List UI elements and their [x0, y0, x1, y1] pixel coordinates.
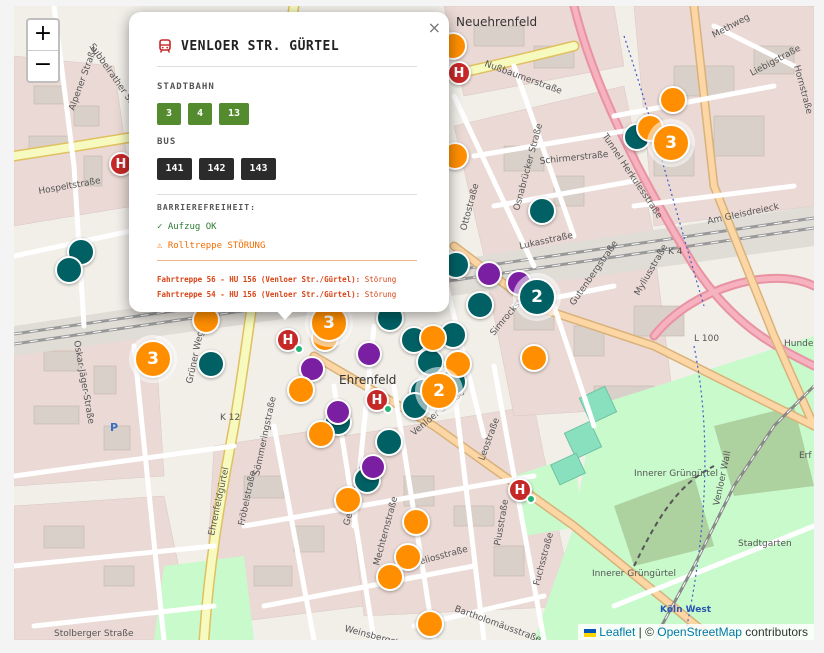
stop-marker-orange[interactable] — [419, 324, 447, 352]
alert-title: Fahrtreppe 54 - HU 156 (Venloer Str./Gür… — [157, 290, 361, 299]
divider — [157, 194, 417, 195]
stop-marker-teal[interactable] — [466, 291, 494, 319]
attribution: Leaflet | © OpenStreetMap contributors — [578, 624, 814, 640]
stop-marker-orange[interactable] — [376, 563, 404, 591]
stop-marker-orange[interactable] — [416, 610, 444, 638]
line-chip-bus[interactable]: 143 — [241, 158, 276, 180]
stop-marker-orange[interactable] — [402, 508, 430, 536]
cluster-orange-3b[interactable]: 3 — [652, 124, 690, 162]
station-marker-h[interactable]: H — [447, 61, 471, 85]
ukraine-flag-icon — [584, 628, 597, 637]
stop-marker-purple[interactable] — [476, 261, 502, 287]
tram-icon — [159, 39, 171, 53]
popup-close-button[interactable]: × — [428, 18, 441, 37]
stop-marker-orange[interactable] — [307, 420, 335, 448]
stop-marker-teal[interactable] — [528, 197, 556, 225]
label-innerer-2: Innerer Grüngürtel — [592, 569, 676, 579]
attribution-separator: | © — [635, 625, 658, 639]
stop-marker-purple[interactable] — [356, 341, 382, 367]
label-koeln-west: Köln West — [660, 605, 712, 615]
alerts-list: Fahrtreppe 56 - HU 156 (Venloer Str./Gür… — [157, 272, 417, 302]
stop-marker-orange[interactable] — [287, 376, 315, 404]
bus-lines: 141 142 143 — [157, 158, 276, 180]
line-chip-bus[interactable]: 141 — [157, 158, 192, 180]
stop-marker-orange[interactable] — [520, 344, 548, 372]
stop-marker-teal[interactable] — [375, 428, 403, 456]
map-canvas[interactable]: Subbelrather Straße Alpener Straße Hospe… — [14, 6, 814, 640]
label-neuehrenfeld: Neuehrenfeld — [456, 15, 537, 29]
label-l100: L 100 — [694, 334, 719, 344]
label-parking: P — [110, 421, 118, 434]
stadtbahn-lines: 3 4 13 — [157, 103, 249, 125]
alert-item: Fahrtreppe 56 - HU 156 (Venloer Str./Gür… — [157, 272, 417, 287]
label-ehrenfeld: Ehrenfeld — [339, 373, 396, 387]
station-status-dot — [383, 404, 393, 414]
divider — [157, 260, 417, 261]
line-chip-stadtbahn[interactable]: 3 — [157, 103, 181, 125]
map-frame: Subbelrather Straße Alpener Straße Hospe… — [0, 0, 824, 653]
leaflet-link[interactable]: Leaflet — [599, 625, 635, 639]
zoom-control: + − — [26, 18, 60, 83]
stop-marker-teal[interactable] — [197, 350, 225, 378]
alert-item: Fahrtreppe 54 - HU 156 (Venloer Str./Gür… — [157, 287, 417, 302]
stop-marker-teal[interactable] — [55, 256, 83, 284]
divider — [157, 66, 417, 67]
line-chip-stadtbahn[interactable]: 13 — [219, 103, 249, 125]
label-hunde: Hunde — [784, 339, 814, 349]
cluster-orange-3a[interactable]: 3 — [134, 340, 172, 378]
escalator-status: ⚠ Rolltreppe STÖRUNG — [157, 241, 266, 251]
alert-status: Störung — [364, 275, 397, 284]
popup-title: VENLOER STR. GÜRTEL — [181, 38, 340, 54]
bus-label: BUS — [157, 137, 177, 147]
label-erf: Erf — [799, 451, 812, 461]
stop-marker-orange[interactable] — [659, 86, 687, 114]
attribution-suffix: contributors — [741, 625, 808, 639]
popup-tip — [274, 308, 296, 320]
cluster-teal-2[interactable]: 2 — [518, 278, 556, 316]
zoom-in-button[interactable]: + — [28, 20, 58, 51]
label-stadtgarten: Stadtgarten — [738, 539, 792, 549]
station-status-dot — [294, 344, 304, 354]
station-popup: × VENLOER STR. GÜRTEL STADTBAHN 3 4 13 B… — [129, 12, 449, 312]
osm-link[interactable]: OpenStreetMap — [657, 625, 742, 639]
label-k12: K 12 — [220, 413, 240, 423]
cluster-orange-2[interactable]: 2 — [420, 372, 458, 410]
stop-marker-purple[interactable] — [325, 399, 351, 425]
alert-title: Fahrtreppe 56 - HU 156 (Venloer Str./Gür… — [157, 275, 361, 284]
stop-marker-orange[interactable] — [334, 486, 362, 514]
barrier-label: BARRIEREFREIHEIT: — [157, 203, 256, 212]
station-status-dot — [526, 494, 536, 504]
popup-title-row: VENLOER STR. GÜRTEL — [157, 38, 339, 54]
stadtbahn-label: STADTBAHN — [157, 82, 215, 92]
zoom-out-button[interactable]: − — [28, 51, 58, 81]
line-chip-bus[interactable]: 142 — [199, 158, 234, 180]
label-stolberger: Stolberger Straße — [54, 629, 134, 639]
alert-status: Störung — [364, 290, 397, 299]
stop-marker-purple[interactable] — [360, 454, 386, 480]
label-k4: K 4 — [668, 247, 683, 257]
line-chip-stadtbahn[interactable]: 4 — [188, 103, 212, 125]
label-innerer: Innerer Grüngürtel — [634, 469, 718, 479]
elevator-status: ✓ Aufzug OK — [157, 222, 217, 232]
